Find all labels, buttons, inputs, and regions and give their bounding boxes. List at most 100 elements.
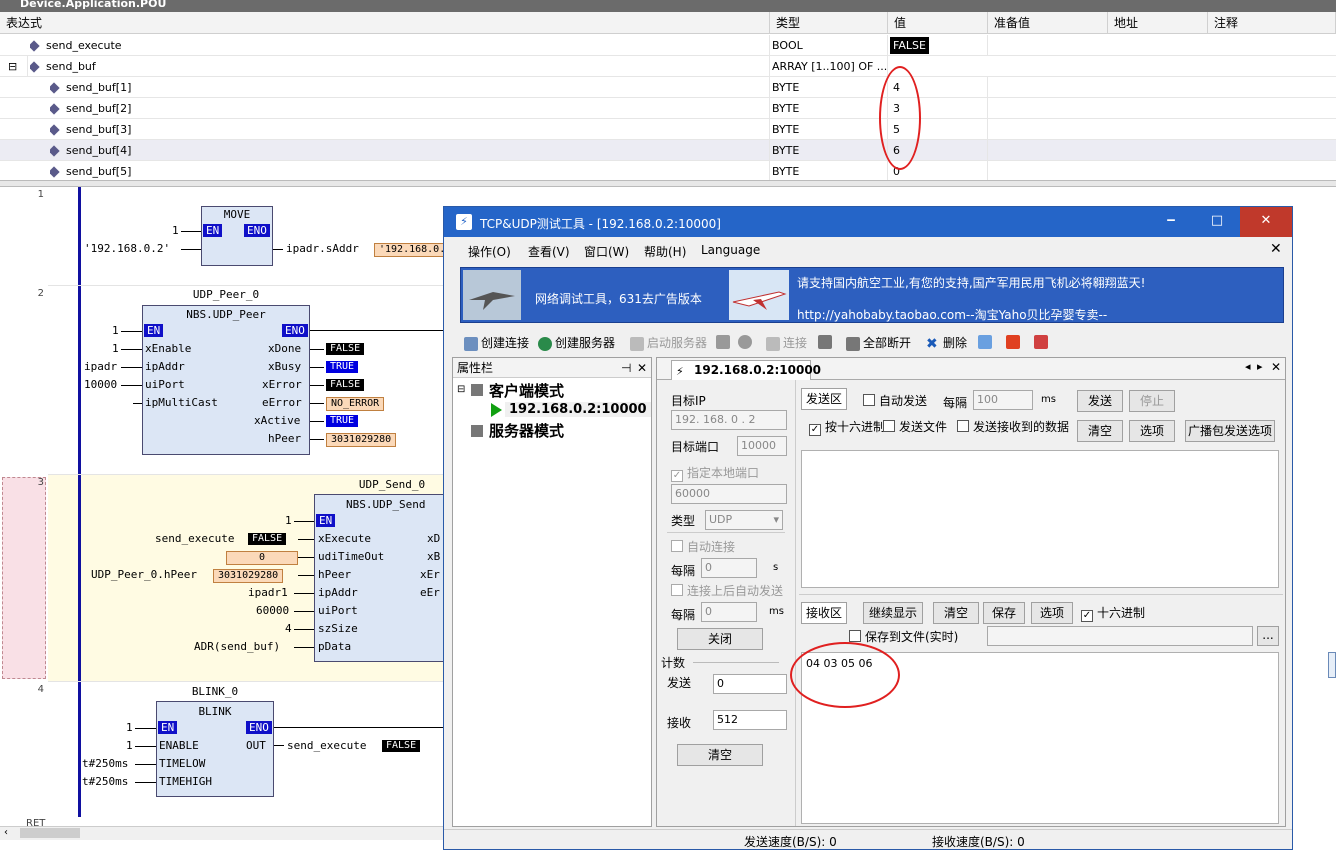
target-ip-input[interactable]: 192. 168. 0 . 2	[671, 410, 787, 430]
col-type[interactable]: 类型	[770, 12, 888, 34]
title-bar[interactable]: ⚡ TCP&UDP测试工具 - [192.168.0.2:10000] ‒ □ …	[444, 207, 1292, 237]
tool-icon-6[interactable]	[1034, 334, 1051, 349]
peer-out-value[interactable]: FALSE	[326, 343, 365, 355]
col-address[interactable]: 地址	[1108, 12, 1208, 34]
save-button[interactable]: 保存	[983, 602, 1025, 624]
splitter[interactable]	[0, 180, 1336, 187]
scroll-thumb[interactable]	[20, 828, 80, 838]
type-select[interactable]: UDP ▾	[705, 510, 783, 530]
disconnect-all-button[interactable]: 全部断开	[846, 334, 911, 351]
minimize-button[interactable]: ‒	[1148, 207, 1194, 237]
peer-out-value[interactable]: TRUE	[326, 415, 359, 427]
ad-banner[interactable]: 网络调试工具，631去广告版本 请支持国内航空工业,有您的支持,国产军用民用飞机…	[460, 267, 1284, 323]
recv-options-button[interactable]: 选项	[1031, 602, 1073, 624]
col-prepared[interactable]: 准备值	[988, 12, 1108, 34]
auto-connect-interval[interactable]: 0	[701, 558, 757, 578]
close-icon[interactable]: ✕	[637, 358, 647, 378]
server-mode[interactable]: 服务器模式	[489, 420, 564, 441]
tool-icon-5[interactable]	[1006, 334, 1023, 349]
send-area-label[interactable]: 发送区	[801, 388, 847, 410]
send-clear-button[interactable]: 清空	[1077, 420, 1123, 442]
peer-out-value[interactable]: 3031029280	[326, 433, 397, 447]
tab-next-icon[interactable]: ▸	[1257, 360, 1263, 373]
watch-row[interactable]: send_buf[2] BYTE 3	[0, 98, 1336, 119]
tab-prev-icon[interactable]: ◂	[1245, 360, 1251, 373]
watch-row[interactable]: send_buf[5] BYTE 0	[0, 161, 1336, 182]
broadcast-options-button[interactable]: 广播包发送选项	[1185, 420, 1275, 442]
connect-button[interactable]: 连接	[766, 334, 807, 351]
close-connection-button[interactable]: 关闭	[677, 628, 763, 650]
browse-button[interactable]: ...	[1257, 626, 1279, 646]
auto-send-after-connect-checkbox[interactable]: 连接上后自动发送	[671, 584, 783, 598]
banner-right-bottom[interactable]: http://yahobaby.taobao.com--淘宝Yaho贝比孕婴专卖…	[797, 306, 1107, 323]
send-interval-input[interactable]: 100	[973, 390, 1033, 410]
save-to-file-checkbox[interactable]: 保存到文件(实时)	[849, 630, 958, 644]
target-port-input[interactable]: 10000	[737, 436, 787, 456]
create-connection-button[interactable]: 创建连接	[464, 334, 529, 351]
scroll-left-icon[interactable]: ‹	[4, 827, 8, 838]
auto-send-interval[interactable]: 0	[701, 602, 757, 622]
menu-window[interactable]: 窗口(W)	[584, 243, 629, 260]
menu-view[interactable]: 查看(V)	[528, 243, 570, 260]
recv-hex-checkbox[interactable]: ✓ 十六进制	[1081, 606, 1145, 622]
menu-help[interactable]: 帮助(H)	[644, 243, 686, 260]
horizontal-scrollbar[interactable]: ‹	[0, 826, 445, 840]
continue-display-button[interactable]: 继续显示	[863, 602, 923, 624]
breakpoint-marker[interactable]	[2, 477, 46, 679]
blink-out-value[interactable]: FALSE	[382, 740, 421, 752]
collapse-icon[interactable]: ⊟	[8, 56, 28, 77]
peer-out-value[interactable]: FALSE	[326, 379, 365, 391]
collapse-icon[interactable]: ⊟	[457, 384, 465, 395]
tool-icon-3[interactable]	[818, 334, 835, 349]
recv-area-label[interactable]: 接收区	[801, 602, 847, 624]
close-button[interactable]: ✕	[1240, 207, 1292, 237]
peer-out-value[interactable]: TRUE	[326, 361, 359, 373]
maximize-button[interactable]: □	[1194, 207, 1240, 237]
tool-icon-2[interactable]	[738, 334, 755, 349]
watch-row[interactable]: send_buf[1] BYTE 4	[0, 77, 1336, 98]
var-value[interactable]: FALSE	[890, 37, 929, 54]
delete-button[interactable]: ✖ 删除	[926, 334, 967, 351]
send-button[interactable]: 发送	[1077, 390, 1123, 412]
send-received-checkbox[interactable]: 发送接收到的数据	[957, 420, 1069, 434]
side-handle[interactable]	[1328, 652, 1336, 678]
send-file-checkbox[interactable]: 发送文件	[883, 420, 947, 434]
close-icon[interactable]: ✕	[1270, 241, 1282, 257]
local-port-checkbox[interactable]: ✓ 指定本地端口	[671, 466, 759, 482]
local-port-input[interactable]: 60000	[671, 484, 787, 504]
col-value[interactable]: 值	[888, 12, 988, 34]
send-input-value[interactable]: 3031029280	[213, 569, 284, 583]
menu-operate[interactable]: 操作(O)	[468, 243, 511, 260]
send-input-value[interactable]: 0	[226, 551, 298, 565]
auto-connect-checkbox[interactable]: 自动连接	[671, 540, 735, 554]
send-options-button[interactable]: 选项	[1129, 420, 1175, 442]
recv-clear-button[interactable]: 清空	[933, 602, 979, 624]
send-input-value[interactable]: FALSE	[248, 533, 287, 545]
pin-icon[interactable]: ⊣	[621, 358, 631, 378]
start-server-button[interactable]: 启动服务器	[630, 334, 707, 351]
client-mode[interactable]: 客户端模式	[489, 380, 564, 401]
connection-item[interactable]: 192.168.0.2:10000	[505, 402, 651, 417]
jet-image	[463, 270, 521, 320]
auto-send-checkbox[interactable]: 自动发送	[863, 394, 927, 408]
stop-button[interactable]: 停止	[1129, 390, 1175, 412]
close-icon[interactable]: ✕	[1271, 360, 1281, 374]
create-server-button[interactable]: 创建服务器	[538, 334, 615, 351]
watch-row[interactable]: send_buf[3] BYTE 5	[0, 119, 1336, 140]
clear-count-button[interactable]: 清空	[677, 744, 763, 766]
send-textarea[interactable]	[801, 450, 1279, 588]
watch-row[interactable]: send_execute BOOL FALSE	[0, 35, 1336, 56]
col-comment[interactable]: 注释	[1208, 12, 1336, 34]
recv-count-input[interactable]: 512	[713, 710, 787, 730]
menu-language[interactable]: Language	[701, 243, 760, 257]
peer-out-value[interactable]: NO_ERROR	[326, 397, 385, 411]
watch-row[interactable]: send_buf[4] BYTE 6	[0, 140, 1336, 161]
tab-session[interactable]: ⚡ 192.168.0.2:10000	[671, 360, 821, 380]
watch-row[interactable]: ⊟ send_buf ARRAY [1..100] OF ...	[0, 56, 1336, 77]
save-path-input[interactable]	[987, 626, 1253, 646]
tool-icon-4[interactable]	[978, 334, 995, 349]
col-expression[interactable]: 表达式	[0, 12, 770, 34]
tool-icon-1[interactable]	[716, 334, 733, 349]
send-count-input[interactable]: 0	[713, 674, 787, 694]
send-hex-checkbox[interactable]: ✓ 按十六进制	[809, 420, 885, 436]
